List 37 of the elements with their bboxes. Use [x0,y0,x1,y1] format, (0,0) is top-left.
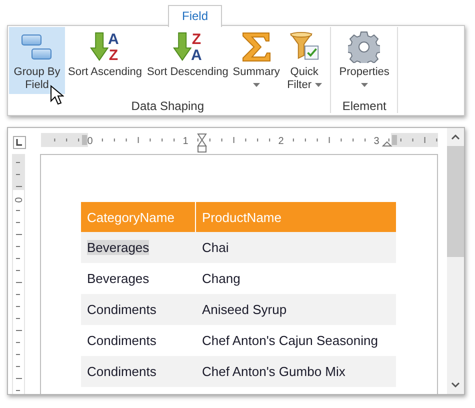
ribbon-button[interactable]: A Z Sort Ascending [66,27,144,94]
ribbon-tab[interactable]: Field [168,5,222,27]
ribbon-button[interactable]: Properties [335,27,394,94]
table-cell: Beverages [87,240,150,255]
scroll-up-icon [451,134,460,140]
table-cell: Beverages [87,271,150,286]
column-header: ProductName [201,208,282,226]
table-cell: Chef Anton's Cajun Seasoning [202,333,378,348]
ruler-number: 0 [87,136,93,147]
table-cell: Condiments [87,302,156,317]
mouse-cursor-icon [50,85,64,105]
table-cell: Chef Anton's Gumbo Mix [202,364,346,379]
tab-stop-icon [13,136,26,149]
table-cell: Chai [202,240,229,255]
ruler-number: 1 [182,136,188,147]
margin-handle[interactable] [392,135,397,145]
margin-handle[interactable] [82,135,87,145]
scroll-down-icon [451,382,460,388]
ruler-number: 0 [14,197,25,203]
table-cell: Aniseed Syrup [202,302,287,317]
ribbon-button[interactable]: Summary [231,27,282,94]
ruler-number: 3 [374,136,380,147]
table-cell: Chang [202,271,240,286]
indent-marker[interactable] [197,134,207,152]
table-cell: Condiments [87,364,156,379]
ruler-number: 2 [278,136,284,147]
sigma-icon [240,31,272,63]
group-label: Data Shaping [130,99,206,113]
ribbon-button[interactable]: Z A Sort Descending [145,27,230,94]
group-label: Element [341,99,388,113]
scroll-thumb[interactable] [447,146,464,257]
table-cell: Condiments [87,333,156,348]
right-indent-marker[interactable] [382,141,392,146]
gear-icon [348,31,380,63]
ribbon-button[interactable]: Group By Field [9,27,65,94]
ribbon-button[interactable]: Quick Filter [282,27,326,94]
scrollbar[interactable] [447,128,464,394]
